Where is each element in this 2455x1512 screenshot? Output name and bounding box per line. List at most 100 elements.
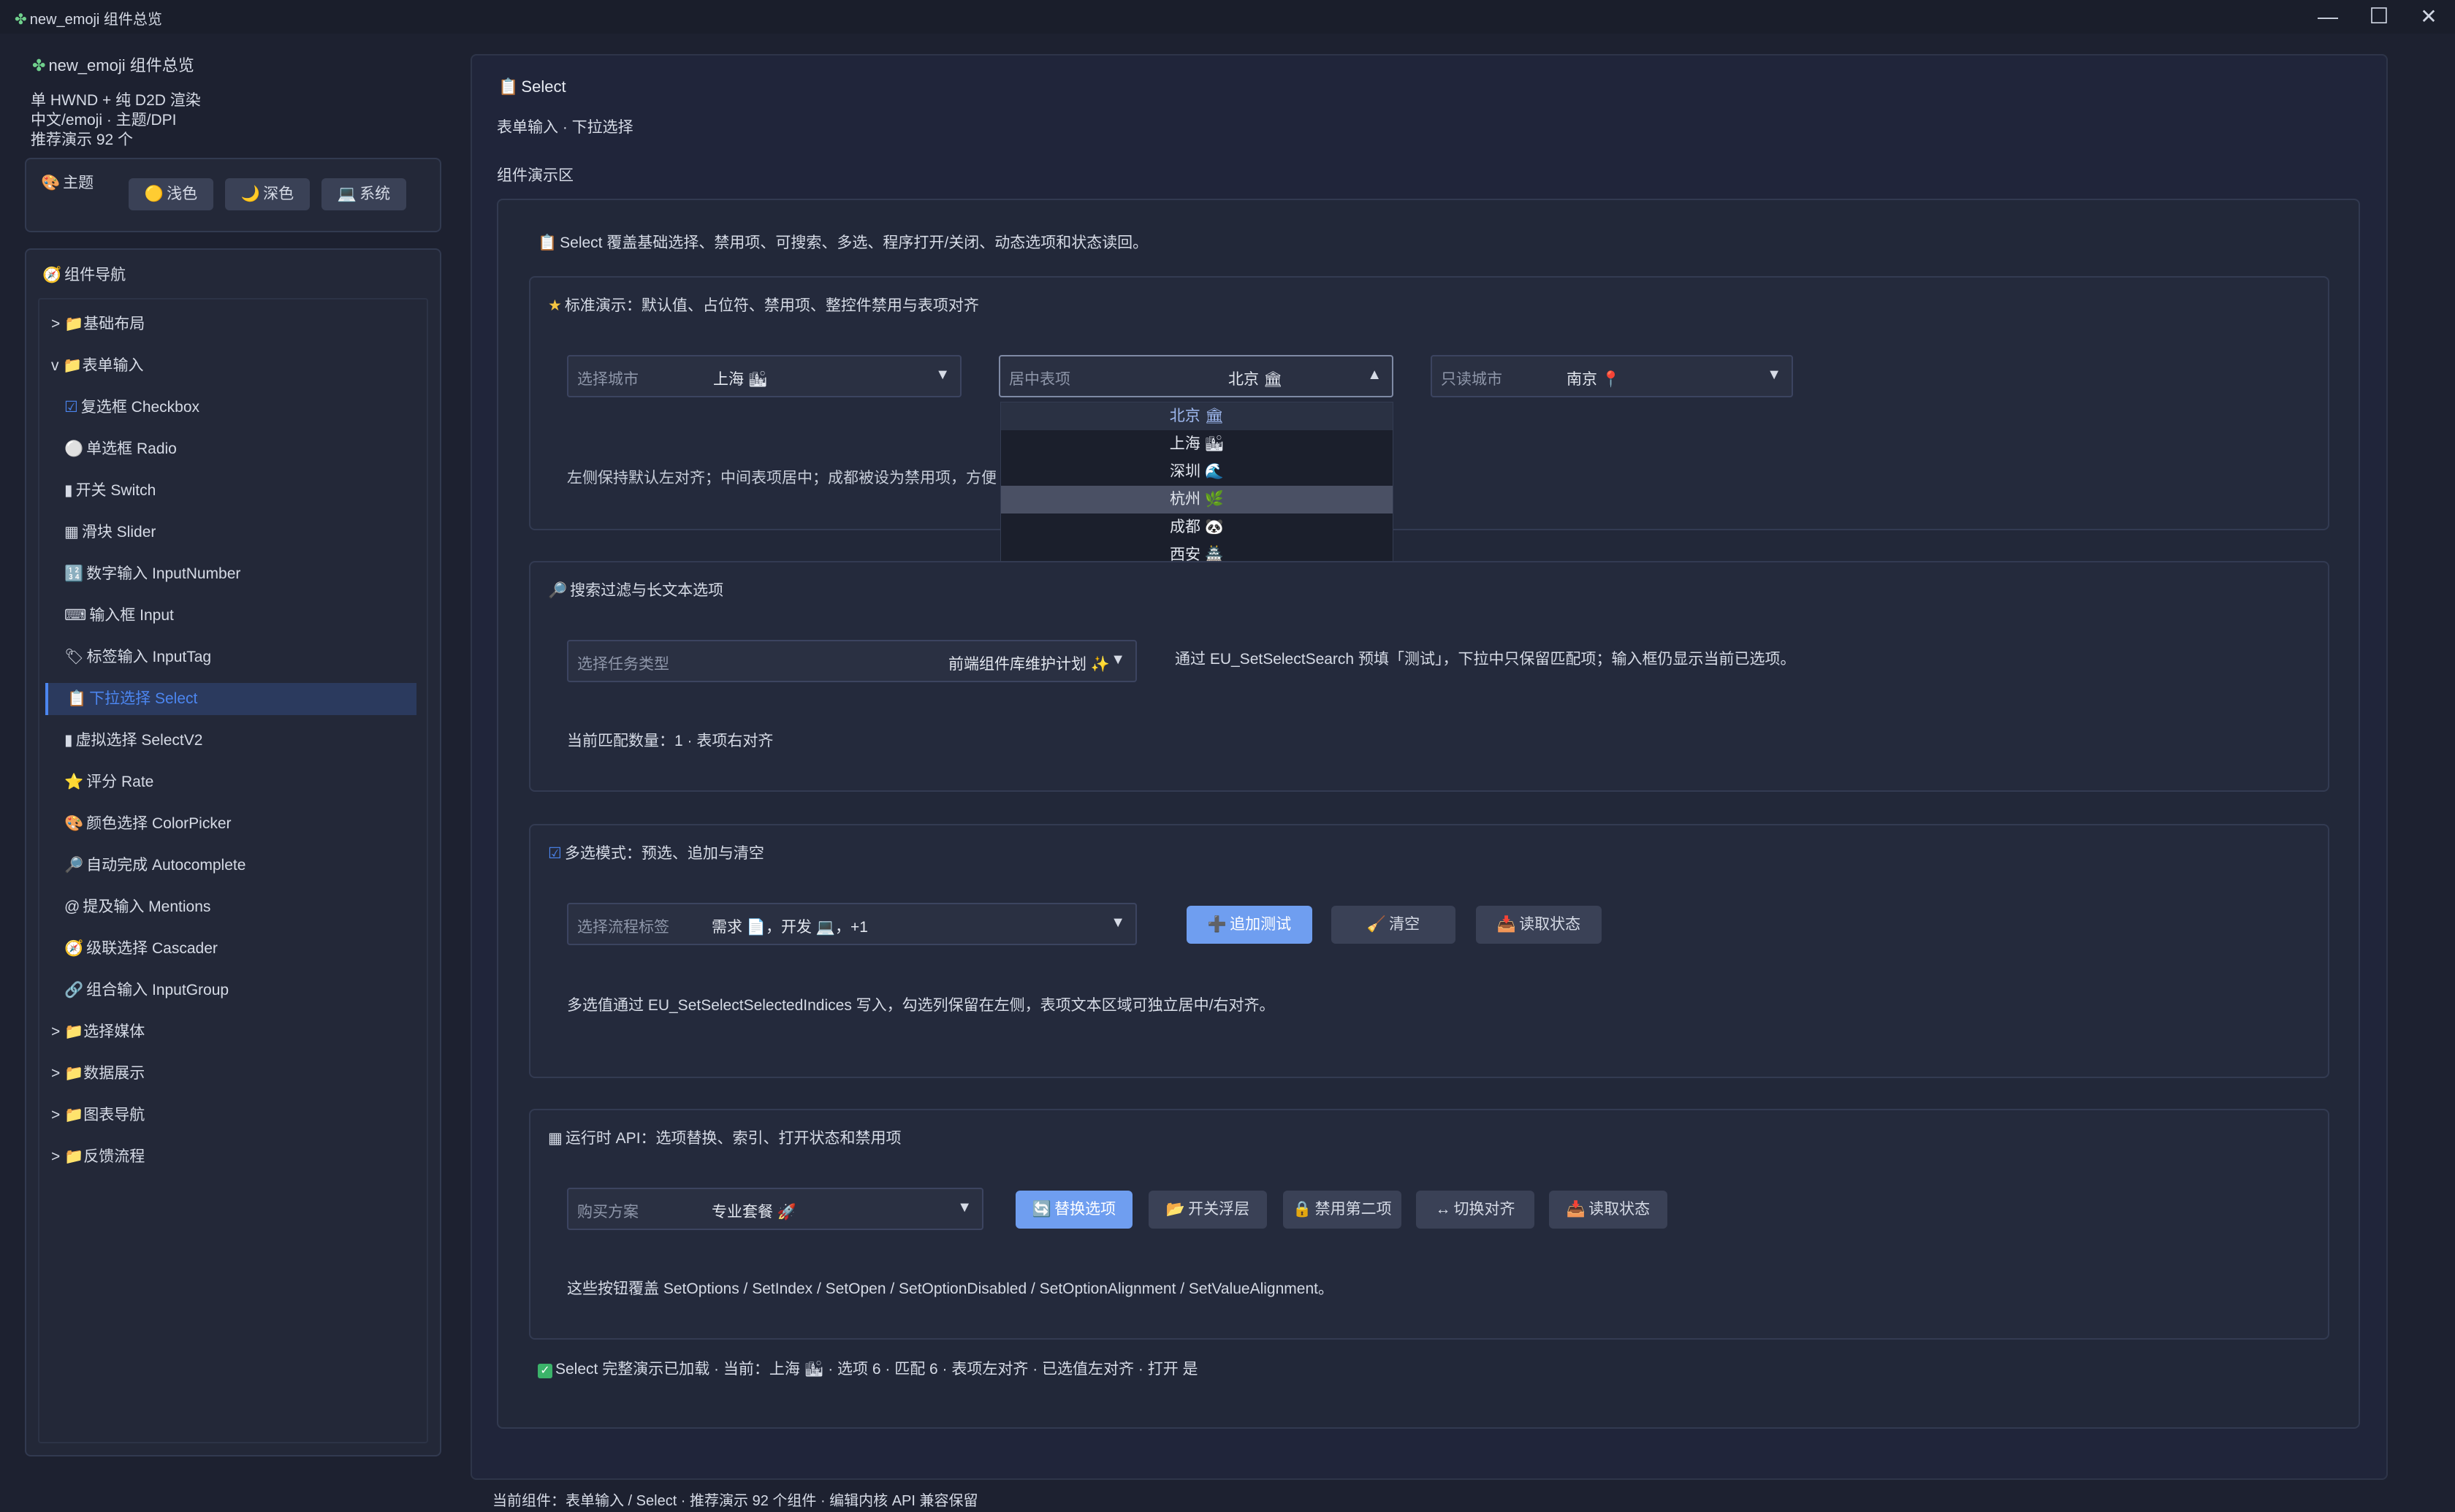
read-state-button[interactable]: 📥 读取状态 xyxy=(1549,1191,1667,1229)
page-title: 📋 Select xyxy=(498,77,566,96)
select-value: 需求 📄，开发 💻，+1 xyxy=(712,919,868,936)
search-icon: 🔎 xyxy=(548,582,568,599)
replace-options-button[interactable]: 🔄 替换选项 xyxy=(1016,1191,1133,1229)
section-title: 🔎 搜索过滤与长文本选项 xyxy=(548,582,724,599)
clipboard-icon: 📋 xyxy=(498,77,519,96)
section-standard: ★ 标准演示：默认值、占位符、禁用项、整控件禁用与表项对齐 左侧保持默认左对齐；中… xyxy=(529,276,2329,530)
folder-icon: 📁 xyxy=(64,316,84,332)
compass-icon: 🧭 xyxy=(64,940,84,957)
nav-item-cascader[interactable]: 🧭 级联选择 Cascader xyxy=(64,933,218,965)
window-title: ✤ new_emoji 组件总览 xyxy=(15,12,162,28)
expander: > xyxy=(51,1065,61,1082)
folder-icon: 📁 xyxy=(64,1023,84,1040)
link-icon: 🔗 xyxy=(64,982,84,999)
nav-item-radio[interactable]: ⚪ 单选框 Radio xyxy=(64,433,177,465)
select-value: 上海 🏙 xyxy=(713,371,768,388)
read-state-button[interactable]: 📥 读取状态 xyxy=(1476,906,1602,944)
sparkle-icon: ✤ xyxy=(15,12,27,28)
theme-dark-button[interactable]: 🌙 深色 xyxy=(225,178,310,210)
close-button[interactable]: ✕ xyxy=(2407,3,2451,31)
expander: > xyxy=(51,1107,61,1123)
page-subtitle: 表单输入 · 下拉选择 xyxy=(497,119,633,136)
search-side-note: 通过 EU_SetSelectSearch 预填「测试」，下拉中只保留匹配项；输… xyxy=(1175,651,1796,668)
clipboard-icon: 📋 xyxy=(538,234,557,251)
dropdown-option[interactable]: 上海 🏙 xyxy=(1001,430,1393,458)
nav-item-colorpicker[interactable]: 🎨 颜色选择 ColorPicker xyxy=(64,808,232,840)
folder-icon: 📁 xyxy=(64,1107,84,1123)
nav-group-form-input[interactable]: v 📁表单输入 xyxy=(51,350,144,382)
match-count: 当前匹配数量：1 · 表项右对齐 xyxy=(567,733,774,749)
disable-second-button[interactable]: 🔒 禁用第二项 xyxy=(1283,1191,1401,1229)
chevron-down-icon: ▼ xyxy=(1111,652,1125,668)
compass-icon: 🧭 xyxy=(42,267,62,283)
nav-item-inputtag[interactable]: 🏷 标签输入 InputTag xyxy=(64,641,211,673)
nav-item-checkbox[interactable]: ☑ 复选框 Checkbox xyxy=(64,392,199,424)
nav-item-autocomplete[interactable]: 🔎 自动完成 Autocomplete xyxy=(64,849,246,882)
nav-item-rate[interactable]: ⭐ 评分 Rate xyxy=(64,766,153,798)
star-icon: ⭐ xyxy=(64,774,84,790)
folder-icon: 📁 xyxy=(64,1065,84,1082)
moon-icon: 🌙 xyxy=(240,186,261,202)
keyboard-icon: ⌨ xyxy=(64,607,87,624)
nav-group-data-display[interactable]: > 📁数据展示 xyxy=(51,1058,145,1090)
select-label: 选择任务类型 xyxy=(577,656,669,673)
toggle-align-button[interactable]: ↔ 切换对齐 xyxy=(1416,1191,1534,1229)
search-icon: 🔎 xyxy=(64,857,84,874)
select-label: 只读城市 xyxy=(1441,371,1502,388)
palette-icon: 🎨 xyxy=(41,175,61,191)
nav-item-inputgroup[interactable]: 🔗 组合输入 InputGroup xyxy=(64,974,229,1007)
nav-item-selectv2[interactable]: ▮ 虚拟选择 SelectV2 xyxy=(64,725,202,757)
inbox-icon: 📥 xyxy=(1566,1201,1586,1218)
numbers-icon: 🔢 xyxy=(64,565,84,582)
nav-group-basic-layout[interactable]: > 📁基础布局 xyxy=(51,308,145,340)
nav-title: 🧭 组件导航 xyxy=(42,267,126,283)
at-icon: @ xyxy=(64,898,80,915)
nav-item-inputnumber[interactable]: 🔢 数字输入 InputNumber xyxy=(64,558,240,590)
select-center[interactable]: 居中表项 北京 🏛 ▲ xyxy=(999,355,1393,397)
app-title: ✤ new_emoji 组件总览 xyxy=(32,56,194,75)
toggle-popup-button[interactable]: 📂 开关浮层 xyxy=(1149,1191,1267,1229)
refresh-icon: 🔄 xyxy=(1032,1201,1052,1218)
nav-item-switch[interactable]: ▮ 开关 Switch xyxy=(64,475,156,507)
check-icon: ✓ xyxy=(538,1364,552,1378)
radio-icon: ⚪ xyxy=(64,440,84,457)
theme-light-button[interactable]: 🟡 浅色 xyxy=(129,178,213,210)
nav-item-slider[interactable]: ▦ 滑块 Slider xyxy=(64,516,156,549)
select-plan[interactable]: 购买方案 专业套餐 🚀 ▼ xyxy=(567,1188,983,1230)
laptop-icon: 💻 xyxy=(337,186,357,202)
dropdown-option[interactable]: 北京 🏛 xyxy=(1001,402,1393,430)
expander: > xyxy=(51,316,61,332)
info-line: 推荐演示 92 个 xyxy=(31,131,134,148)
select-label: 居中表项 xyxy=(1009,371,1070,388)
nav-item-mentions[interactable]: @ 提及输入 Mentions xyxy=(64,891,210,923)
select-value: 专业套餐 🚀 xyxy=(712,1204,796,1221)
clear-button[interactable]: 🧹 清空 xyxy=(1331,906,1455,944)
footer-status: 当前组件：表单输入 / Select · 推荐演示 92 个组件 · 编辑内核 … xyxy=(492,1493,978,1509)
theme-system-button[interactable]: 💻 系统 xyxy=(321,178,406,210)
dropdown-option[interactable]: 杭州 🌿 xyxy=(1001,486,1393,513)
switch-icon: ▮ xyxy=(64,482,73,499)
nav-group-feedback[interactable]: > 📁反馈流程 xyxy=(51,1141,145,1173)
select-flow-tags[interactable]: 选择流程标签 需求 📄，开发 💻，+1 ▼ xyxy=(567,903,1137,945)
title-bar: ✤ new_emoji 组件总览 — ☐ ✕ xyxy=(0,0,2455,34)
nav-group-media[interactable]: > 📁选择媒体 xyxy=(51,1016,145,1048)
nav-item-select[interactable]: 📋 下拉选择 Select xyxy=(45,683,416,715)
grid-icon: ▦ xyxy=(64,524,79,541)
add-test-button[interactable]: ➕ 追加测试 xyxy=(1187,906,1312,944)
broom-icon: 🧹 xyxy=(1366,916,1387,933)
minimize-button[interactable]: — xyxy=(2306,3,2350,31)
nav-group-chart-nav[interactable]: > 📁图表导航 xyxy=(51,1099,145,1131)
dropdown-option[interactable]: 成都 🐼 xyxy=(1001,513,1393,541)
select-city[interactable]: 选择城市 上海 🏙 ▼ xyxy=(567,355,962,397)
select-readonly-city[interactable]: 只读城市 南京 📍 ▼ xyxy=(1431,355,1793,397)
expander: > xyxy=(51,1148,61,1165)
select-label: 选择城市 xyxy=(577,371,639,388)
nav-item-input[interactable]: ⌨ 输入框 Input xyxy=(64,600,174,632)
info-line: 单 HWND + 纯 D2D 渲染 xyxy=(31,92,201,109)
select-task-type[interactable]: 选择任务类型 前端组件库维护计划 ✨ ▼ xyxy=(567,640,1137,682)
maximize-button[interactable]: ☐ xyxy=(2357,3,2401,31)
inbox-icon: 📥 xyxy=(1496,916,1517,933)
chevron-down-icon: ▼ xyxy=(1767,367,1781,383)
dropdown-option[interactable]: 深圳 🌊 xyxy=(1001,458,1393,486)
chevron-down-icon: ▼ xyxy=(935,367,950,383)
